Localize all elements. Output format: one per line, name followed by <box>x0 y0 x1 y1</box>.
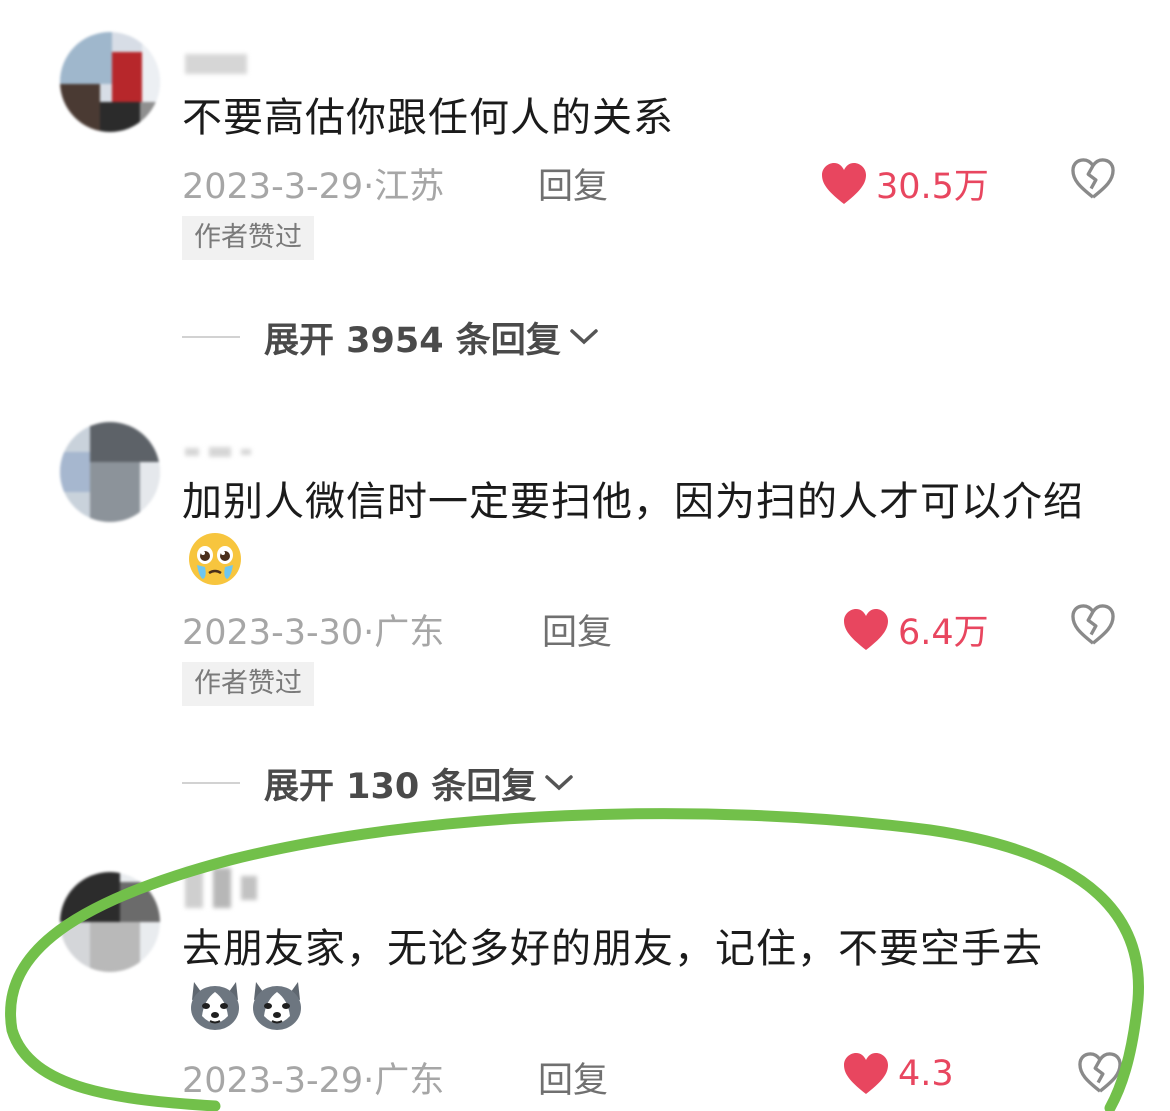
author-liked-badge: 作者赞过 <box>182 662 314 706</box>
comment-text: 不要高估你跟任何人的关系 <box>182 95 674 141</box>
reply-button[interactable]: 回复 <box>542 604 612 655</box>
broken-heart-icon <box>1071 604 1115 645</box>
husky-dog-icon <box>248 978 306 1048</box>
username[interactable] <box>185 868 257 908</box>
comment-text: 加别人微信时一定要扫他，因为扫的人才可以介绍 <box>182 473 1102 603</box>
heart-icon <box>822 162 866 204</box>
username[interactable] <box>185 440 251 464</box>
expand-replies-label: 展开 3954 条回复 <box>264 320 561 361</box>
broken-heart-icon <box>1078 1052 1122 1093</box>
meta-separator: · <box>363 613 375 653</box>
comment-text-content: 加别人微信时一定要扫他，因为扫的人才可以介绍 <box>182 479 1084 525</box>
avatar[interactable] <box>60 422 160 522</box>
expand-replies-button[interactable]: 展开 3954 条回复 <box>182 312 599 362</box>
like-count: 4.3 <box>898 1054 954 1094</box>
comment-meta: 2023-3-29·广东 回复 4.3 <box>182 1052 1142 1102</box>
comment-date: 2023-3-29 <box>182 1061 364 1101</box>
username[interactable] <box>185 52 247 76</box>
like-count: 30.5万 <box>876 167 989 207</box>
comment-location: 江苏 <box>374 167 445 207</box>
comment-meta: 2023-3-30·广东 回复 6.4万 <box>182 604 1142 654</box>
like-count: 6.4万 <box>898 613 989 653</box>
avatar[interactable] <box>60 872 160 972</box>
meta-separator: · <box>363 167 375 207</box>
divider-line <box>182 782 240 784</box>
comment-date: 2023-3-30 <box>182 613 364 653</box>
comment-text: 去朋友家，无论多好的朋友，记住，不要空手去 <box>182 920 1102 1048</box>
like-button[interactable]: 30.5万 <box>820 158 989 209</box>
expand-replies-button[interactable]: 展开 130 条回复 <box>182 758 574 808</box>
comment-location: 广东 <box>374 613 445 653</box>
like-button[interactable]: 4.3 <box>842 1052 954 1096</box>
comment-location: 广东 <box>374 1061 445 1101</box>
dislike-button[interactable] <box>1070 158 1116 209</box>
reply-button[interactable]: 回复 <box>538 158 608 209</box>
comment-date: 2023-3-29 <box>182 167 364 207</box>
avatar[interactable] <box>60 32 160 132</box>
comment-text-content: 去朋友家，无论多好的朋友，记住，不要空手去 <box>182 926 1043 972</box>
chevron-down-icon <box>545 775 574 791</box>
dislike-button[interactable] <box>1077 1052 1123 1103</box>
meta-separator: · <box>363 1061 375 1101</box>
author-liked-badge: 作者赞过 <box>182 216 314 260</box>
husky-dog-icon <box>186 978 244 1048</box>
divider-line <box>182 336 240 338</box>
heart-icon <box>844 608 888 650</box>
expand-replies-label: 展开 130 条回复 <box>264 766 537 807</box>
comment-meta: 2023-3-29·江苏 回复 30.5万 <box>182 158 1142 208</box>
chevron-down-icon <box>570 329 598 345</box>
pleading-face-icon <box>186 531 244 603</box>
broken-heart-icon <box>1071 158 1115 199</box>
like-button[interactable]: 6.4万 <box>842 604 989 655</box>
heart-icon <box>844 1053 888 1094</box>
dislike-button[interactable] <box>1070 604 1116 655</box>
reply-button[interactable]: 回复 <box>538 1052 608 1103</box>
